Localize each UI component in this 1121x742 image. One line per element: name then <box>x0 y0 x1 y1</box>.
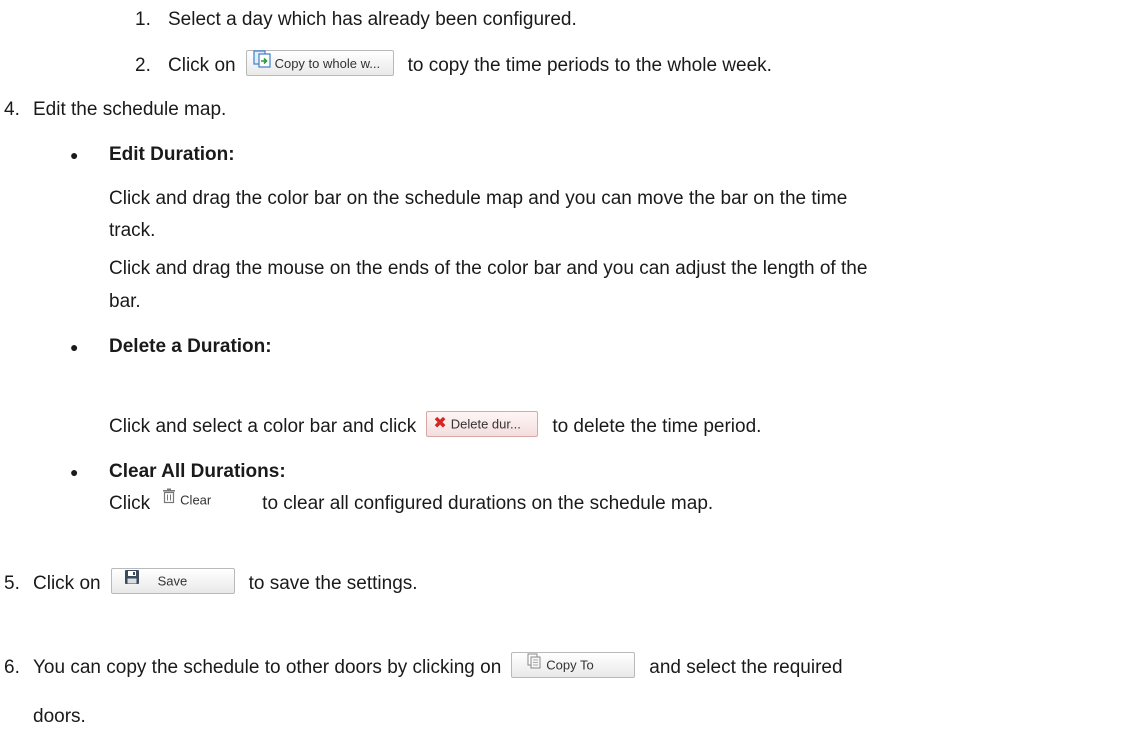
clear-button[interactable]: Clear <box>156 488 248 514</box>
edit-duration-line-1: Click and drag the color bar on the sche… <box>109 188 848 209</box>
bullet-clear-all: ● <box>70 464 79 480</box>
delete-duration-text-after: to delete the time period. <box>552 416 762 438</box>
substep-1-number: 1. <box>135 9 151 30</box>
step-6-line-2: doors. <box>33 706 86 727</box>
clear-all-text-before: Click <box>109 493 151 515</box>
edit-duration-line-4: bar. <box>109 291 141 312</box>
copy-document-icon <box>526 653 542 677</box>
copy-to-button[interactable]: Copy To <box>511 652 636 678</box>
substep-2-text-before: Click on <box>168 55 236 77</box>
step-5-text-after: to save the settings. <box>248 573 418 595</box>
delete-x-icon: ✖ <box>433 414 447 432</box>
substep-1: 1. Select a day which has already been co… <box>135 7 577 33</box>
step-6-text-after: and select the required <box>649 657 843 679</box>
copy-to-whole-week-button[interactable]: Copy to whole w... <box>245 50 394 76</box>
clear-all-title: Clear All Durations: <box>109 461 286 482</box>
step-4: 4. Edit the schedule map. <box>4 97 226 123</box>
step-4-text: Edit the schedule map. <box>33 99 227 120</box>
delete-duration-label: Delete dur... <box>450 416 521 432</box>
copy-to-label: Copy To <box>546 657 594 673</box>
substep-2: 2. Click on Copy to whole w... to copy the … <box>135 50 772 79</box>
bullet-delete-duration: ● <box>70 339 79 355</box>
save-label: Save <box>157 573 188 589</box>
edit-duration-title: Edit Duration: <box>109 144 235 165</box>
floppy-disk-icon <box>124 569 140 593</box>
step-5-text-before: Click on <box>33 573 101 595</box>
step-5-number: 5. <box>4 573 20 595</box>
delete-duration-button[interactable]: ✖ Delete dur... <box>426 411 539 437</box>
copy-week-icon <box>252 50 271 76</box>
substep-2-text-after: to copy the time periods to the whole we… <box>407 55 772 77</box>
clear-label: Clear <box>180 492 212 508</box>
step-6-text-before: You can copy the schedule to other doors… <box>33 657 502 679</box>
step-4-number: 4. <box>4 99 20 120</box>
step-6: 6. You can copy the schedule to other doo… <box>4 652 843 681</box>
bullet-edit-duration: ● <box>70 147 79 163</box>
delete-duration-line: Click and select a color bar and click ✖ D… <box>109 411 762 440</box>
substep-2-number: 2. <box>135 55 151 77</box>
edit-duration-line-2: track. <box>109 220 156 241</box>
step-5: 5. Click on Save to save the settings. <box>4 568 418 597</box>
substep-1-text: Select a day which has already been conf… <box>168 9 577 30</box>
clear-all-line: Click Clear to clear all configured durati… <box>109 488 714 517</box>
edit-duration-line-3: Click and drag the mouse on the ends of … <box>109 258 868 279</box>
copy-to-whole-week-label: Copy to whole w... <box>274 56 381 71</box>
step-6-number: 6. <box>4 657 20 679</box>
delete-duration-text-before: Click and select a color bar and click <box>109 416 417 438</box>
clear-all-text-after: to clear all configured durations on the… <box>262 493 714 515</box>
delete-duration-title: Delete a Duration: <box>109 336 272 357</box>
save-button[interactable]: Save <box>110 568 235 594</box>
trash-icon <box>162 488 176 512</box>
